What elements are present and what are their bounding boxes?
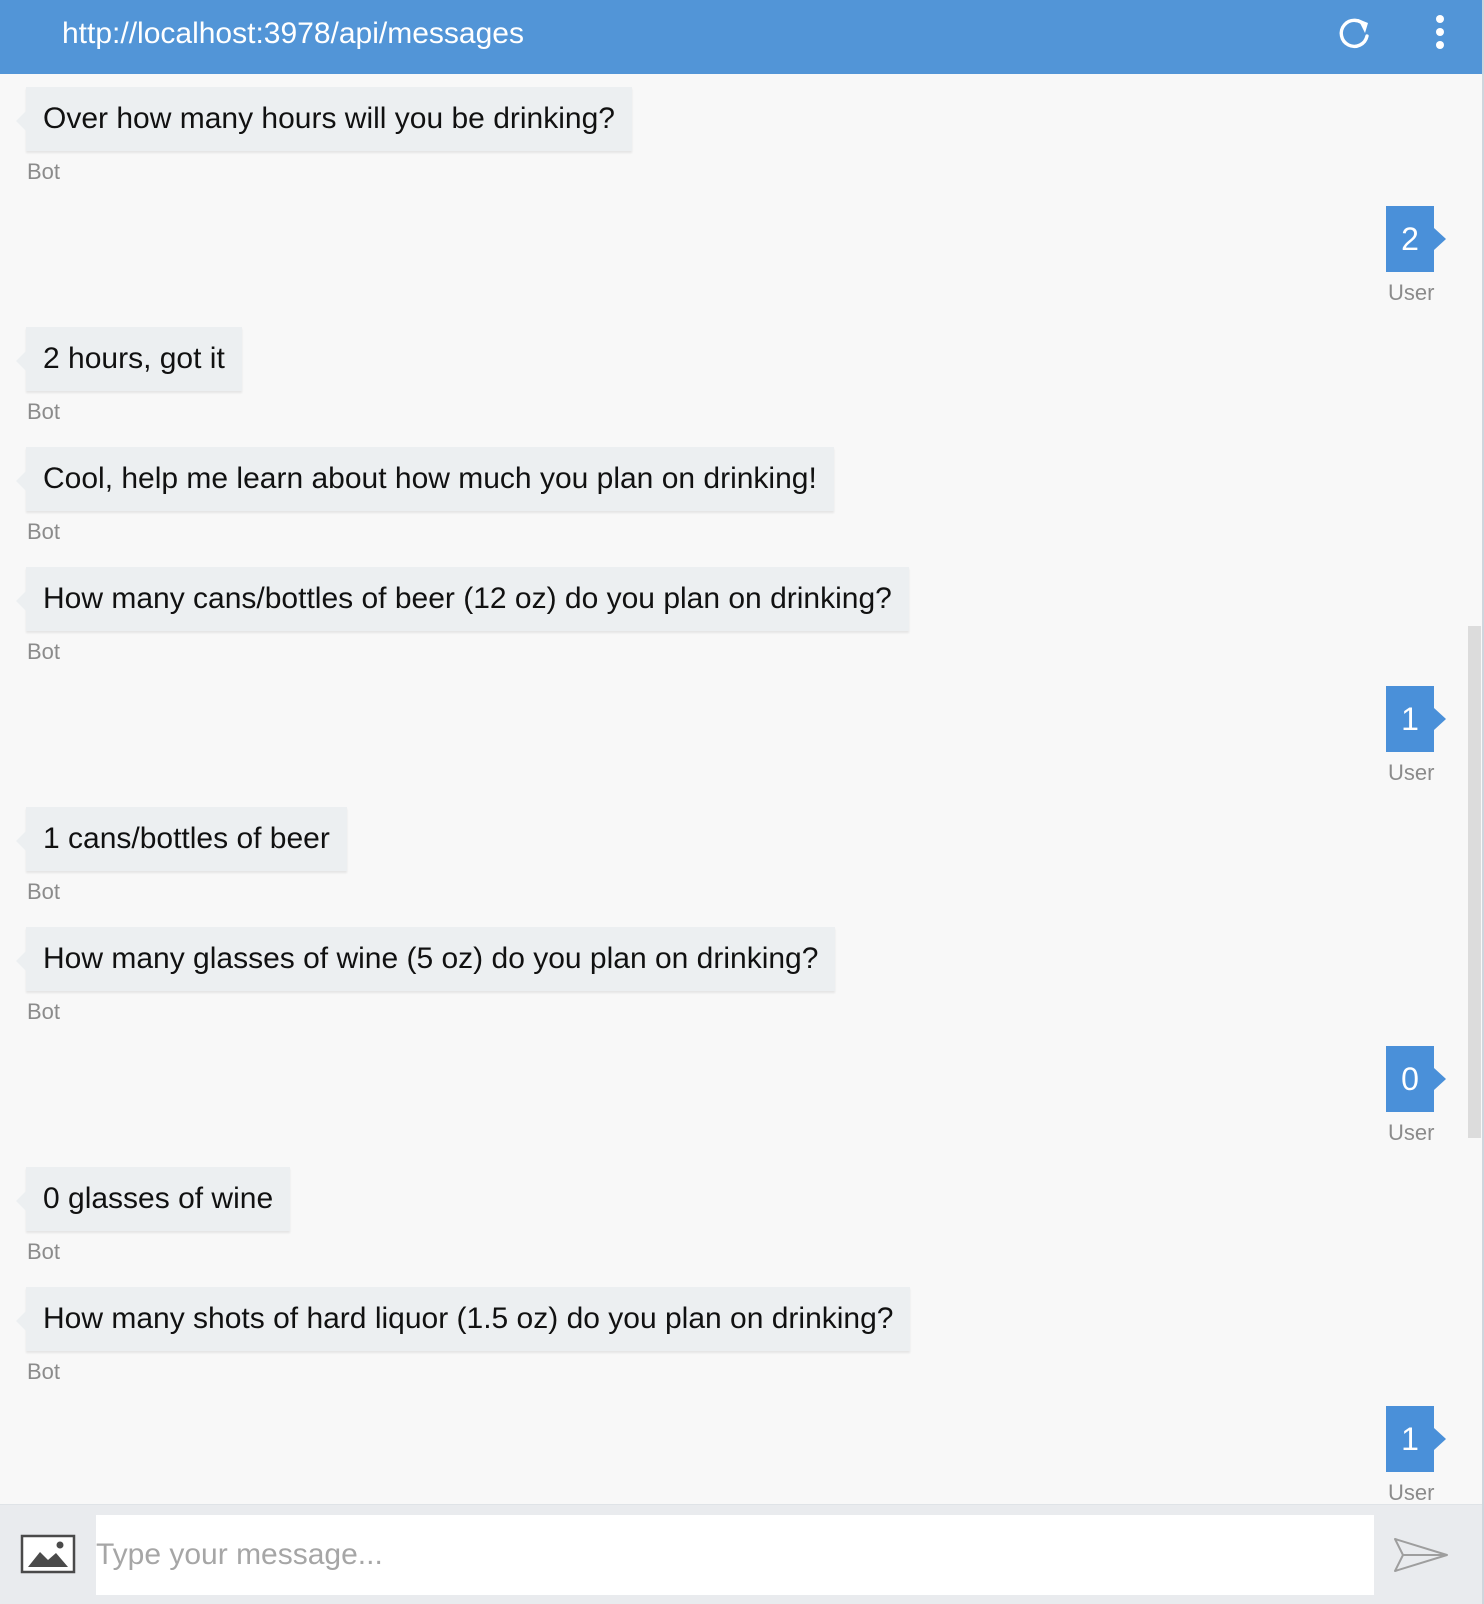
message-composer bbox=[0, 1504, 1482, 1604]
message-sender: User bbox=[1388, 760, 1435, 785]
message-sender: Bot bbox=[27, 639, 61, 664]
bot-message-bubble: 0 glasses of wine bbox=[15, 1167, 291, 1231]
bot-message-bubble: Cool, help me learn about how much you p… bbox=[16, 447, 834, 511]
user-message: 2 User bbox=[1386, 206, 1460, 306]
bot-message: Over how many hours will you be drinking… bbox=[16, 87, 632, 185]
message-sender: Bot bbox=[27, 879, 61, 904]
user-message-bubble: 0 bbox=[1386, 1046, 1446, 1112]
message-sender: User bbox=[1388, 280, 1435, 305]
message-sender: Bot bbox=[27, 399, 61, 424]
chat-header: http://localhost:3978/api/messages bbox=[0, 0, 1484, 74]
user-message-bubble: 2 bbox=[1386, 206, 1446, 272]
bot-message-bubble: How many shots of hard liquor (1.5 oz) d… bbox=[15, 1287, 911, 1351]
scrollbar-thumb[interactable] bbox=[1468, 626, 1481, 1138]
user-message: 1 User bbox=[1386, 1406, 1460, 1506]
bot-message: How many cans/bottles of beer (12 oz) do… bbox=[16, 567, 909, 665]
bot-message: 0 glasses of wine Bot bbox=[15, 1167, 291, 1265]
bot-message-bubble: How many glasses of wine (5 oz) do you p… bbox=[15, 927, 836, 991]
bot-message-bubble: 1 cans/bottles of beer bbox=[16, 807, 347, 871]
bot-message-bubble: How many cans/bottles of beer (12 oz) do… bbox=[16, 567, 909, 631]
message-input[interactable] bbox=[96, 1515, 1374, 1595]
send-icon[interactable] bbox=[1392, 1535, 1450, 1575]
image-upload-icon[interactable] bbox=[20, 1533, 76, 1575]
refresh-icon[interactable] bbox=[1334, 14, 1374, 54]
header-title: http://localhost:3978/api/messages bbox=[62, 17, 524, 50]
bot-message: How many shots of hard liquor (1.5 oz) d… bbox=[15, 1287, 911, 1385]
bot-message-bubble: 2 hours, got it bbox=[16, 327, 242, 391]
message-sender: User bbox=[1388, 1120, 1435, 1145]
bot-message: Cool, help me learn about how much you p… bbox=[16, 447, 834, 545]
user-message-bubble: 1 bbox=[1386, 686, 1446, 752]
message-sender: Bot bbox=[27, 1239, 61, 1264]
message-sender: Bot bbox=[27, 159, 61, 184]
user-message-bubble: 1 bbox=[1386, 1406, 1446, 1472]
user-message: 0 User bbox=[1386, 1046, 1460, 1146]
message-sender: User bbox=[1388, 1480, 1435, 1505]
message-sender: Bot bbox=[27, 999, 61, 1024]
bot-message: 1 cans/bottles of beer Bot bbox=[16, 807, 347, 905]
bot-message: 2 hours, got it Bot bbox=[16, 327, 242, 425]
message-sender: Bot bbox=[27, 1359, 61, 1384]
user-message: 1 User bbox=[1386, 686, 1460, 786]
bot-message-bubble: Over how many hours will you be drinking… bbox=[16, 87, 632, 151]
message-sender: Bot bbox=[27, 519, 61, 544]
bot-message: How many glasses of wine (5 oz) do you p… bbox=[15, 927, 836, 1025]
more-vertical-icon[interactable] bbox=[1428, 12, 1452, 52]
